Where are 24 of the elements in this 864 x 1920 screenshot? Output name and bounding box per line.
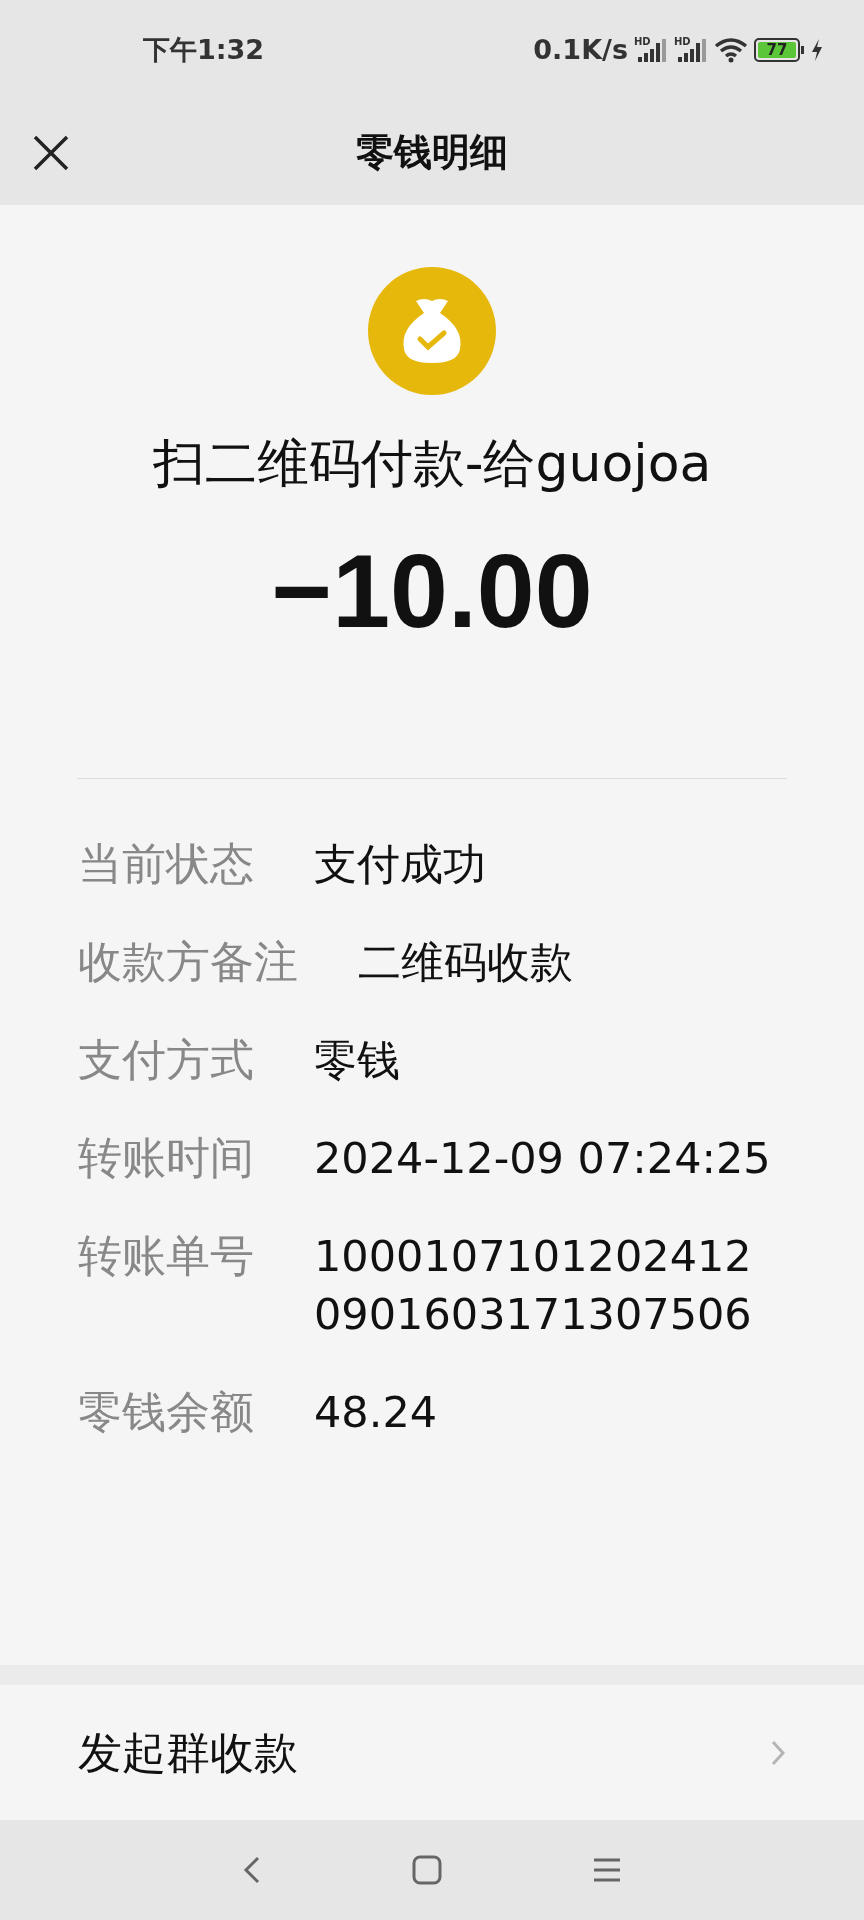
detail-label: 支付方式 [78,1033,254,1087]
detail-value: 二维码收款 [358,936,574,989]
detail-value: 48.24 [314,1386,439,1439]
detail-value: 支付成功 [314,838,487,891]
detail-value: 零钱 [314,1034,401,1087]
close-icon[interactable] [32,133,70,172]
detail-label: 转账单号 [78,1229,254,1283]
back-icon[interactable] [242,1855,262,1885]
page-title: 零钱明细 [356,129,508,176]
detail-label: 转账时间 [78,1131,254,1185]
chevron-icon [770,1738,786,1767]
detail-label: 收款方备注 [78,935,298,989]
detail-label: 零钱余额 [78,1385,254,1439]
home-icon[interactable] [412,1855,442,1885]
detail-label: 当前状态 [78,837,254,891]
money-bag-icon [368,267,496,395]
status-time: 下午1:32 [143,32,265,67]
menu-icon[interactable] [592,1857,622,1883]
network-speed: 0.1K/s [533,32,628,67]
amount: −10.00 [271,539,593,643]
detail-value: 2024-12-09 07:24:25 [314,1132,772,1185]
detail-value: 10001071012024120901603171307506 [314,1230,753,1341]
wifi-icon [714,37,748,63]
charging-icon [810,38,824,62]
